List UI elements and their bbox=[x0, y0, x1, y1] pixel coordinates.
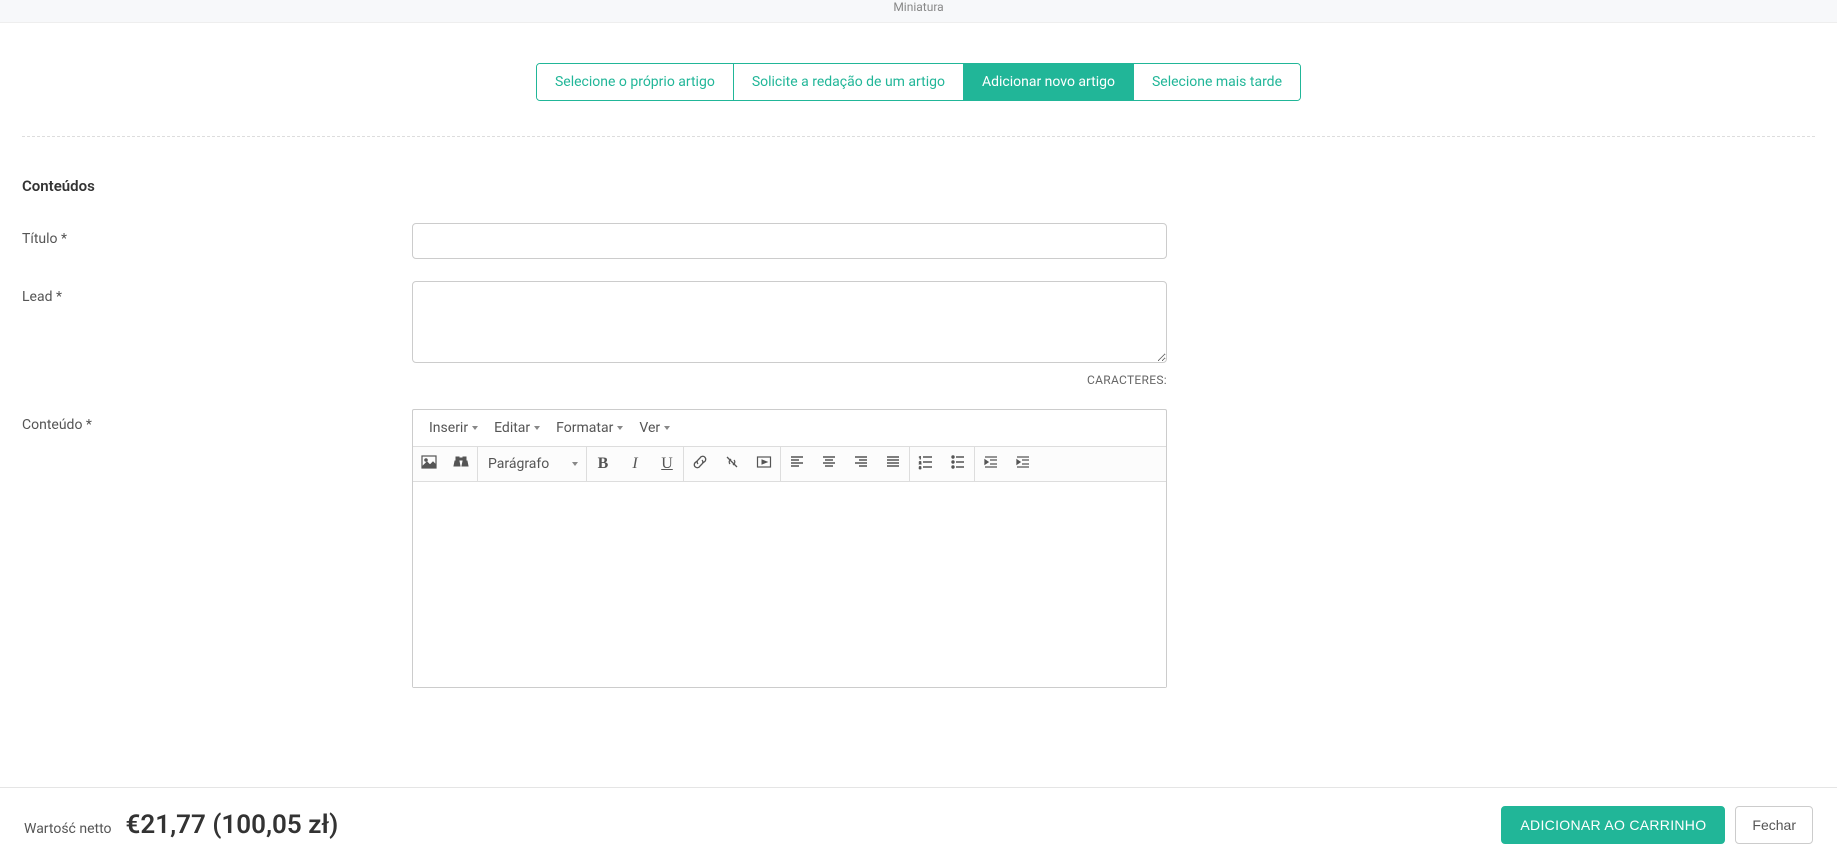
bold-icon: B bbox=[598, 455, 609, 473]
ordered-list-button[interactable]: 123 bbox=[910, 447, 942, 481]
tab-select-own-article[interactable]: Selecione o próprio artigo bbox=[537, 64, 734, 100]
content-label: Conteúdo * bbox=[22, 409, 412, 433]
underline-button[interactable]: U bbox=[651, 447, 683, 481]
chevron-down-icon bbox=[617, 426, 623, 430]
insert-image-button[interactable] bbox=[413, 447, 445, 481]
price-value: €21,77 (100,05 zł) bbox=[126, 810, 339, 840]
italic-button[interactable]: I bbox=[619, 447, 651, 481]
outdent-button[interactable] bbox=[975, 447, 1007, 481]
rich-text-editor: Inserir Editar Formatar Ver bbox=[412, 409, 1167, 688]
net-value-label: Wartość netto bbox=[24, 821, 112, 837]
editor-menubar: Inserir Editar Formatar Ver bbox=[413, 410, 1166, 447]
indent-icon bbox=[1015, 454, 1031, 474]
tabs-row: Selecione o próprio artigo Solicite a re… bbox=[0, 63, 1837, 101]
tab-label: Adicionar novo artigo bbox=[982, 74, 1115, 90]
chevron-down-icon bbox=[472, 426, 478, 430]
add-to-cart-button[interactable]: ADICIONAR AO CARRINHO bbox=[1501, 806, 1725, 844]
find-replace-button[interactable] bbox=[445, 447, 477, 481]
row-lead: Lead * CARACTERES: bbox=[22, 281, 1815, 387]
thumbnail-label: Miniatura bbox=[893, 0, 943, 14]
tab-add-new-article[interactable]: Adicionar novo artigo bbox=[964, 64, 1134, 100]
footer-left: Wartość netto €21,77 (100,05 zł) bbox=[24, 810, 338, 840]
tab-select-later[interactable]: Selecione mais tarde bbox=[1134, 64, 1300, 100]
italic-icon: I bbox=[632, 455, 637, 473]
svg-text:3: 3 bbox=[919, 465, 921, 470]
lead-label: Lead * bbox=[22, 281, 412, 305]
row-title: Título * bbox=[22, 223, 1815, 259]
unordered-list-icon bbox=[950, 454, 966, 474]
tab-label: Selecione o próprio artigo bbox=[555, 74, 715, 90]
align-justify-icon bbox=[885, 454, 901, 474]
tab-label: Selecione mais tarde bbox=[1152, 74, 1282, 90]
align-center-button[interactable] bbox=[813, 447, 845, 481]
media-icon bbox=[756, 454, 772, 474]
ordered-list-icon: 123 bbox=[918, 454, 934, 474]
block-format-select[interactable]: Parágrafo bbox=[478, 447, 586, 481]
character-count-label: CARACTERES: bbox=[412, 373, 1167, 387]
block-format-label: Parágrafo bbox=[488, 456, 549, 472]
menu-label: Ver bbox=[639, 420, 660, 436]
menu-label: Formatar bbox=[556, 420, 613, 436]
menu-insert[interactable]: Inserir bbox=[423, 417, 484, 439]
footer-bar: Wartość netto €21,77 (100,05 zł) ADICION… bbox=[0, 787, 1837, 862]
indent-button[interactable] bbox=[1007, 447, 1039, 481]
menu-format[interactable]: Formatar bbox=[550, 417, 629, 439]
align-right-icon bbox=[853, 454, 869, 474]
menu-edit[interactable]: Editar bbox=[488, 417, 546, 439]
remove-link-button[interactable] bbox=[716, 447, 748, 481]
underline-icon: U bbox=[661, 455, 673, 473]
section-divider bbox=[22, 136, 1815, 137]
unordered-list-button[interactable] bbox=[942, 447, 974, 481]
bold-button[interactable]: B bbox=[587, 447, 619, 481]
section-heading: Conteúdos bbox=[22, 177, 1815, 195]
menu-label: Editar bbox=[494, 420, 530, 436]
row-content: Conteúdo * Inserir Editar Formatar Ver bbox=[22, 409, 1815, 688]
outdent-icon bbox=[983, 454, 999, 474]
menu-label: Inserir bbox=[429, 420, 468, 436]
menu-view[interactable]: Ver bbox=[633, 417, 676, 439]
link-icon bbox=[692, 454, 708, 474]
unlink-icon bbox=[724, 454, 740, 474]
footer-right: ADICIONAR AO CARRINHO Fechar bbox=[1501, 806, 1813, 844]
align-left-icon bbox=[789, 454, 805, 474]
content-area: Conteúdos Título * Lead * CARACTERES: Co… bbox=[0, 177, 1837, 688]
align-right-button[interactable] bbox=[845, 447, 877, 481]
align-justify-button[interactable] bbox=[877, 447, 909, 481]
content-editor-body[interactable] bbox=[413, 482, 1166, 687]
image-icon bbox=[421, 454, 437, 474]
close-button[interactable]: Fechar bbox=[1735, 806, 1813, 844]
article-mode-tabs: Selecione o próprio artigo Solicite a re… bbox=[536, 63, 1301, 101]
align-center-icon bbox=[821, 454, 837, 474]
insert-link-button[interactable] bbox=[684, 447, 716, 481]
binoculars-icon bbox=[453, 454, 469, 474]
title-label: Título * bbox=[22, 223, 412, 247]
tab-request-article[interactable]: Solicite a redação de um artigo bbox=[734, 64, 964, 100]
top-bar: Miniatura bbox=[0, 0, 1837, 23]
insert-media-button[interactable] bbox=[748, 447, 780, 481]
chevron-down-icon bbox=[664, 426, 670, 430]
lead-textarea[interactable] bbox=[412, 281, 1167, 363]
align-left-button[interactable] bbox=[781, 447, 813, 481]
tab-label: Solicite a redação de um artigo bbox=[752, 74, 945, 90]
chevron-down-icon bbox=[534, 426, 540, 430]
editor-toolbar: Parágrafo B I U bbox=[413, 447, 1166, 482]
chevron-down-icon bbox=[572, 462, 578, 466]
title-input[interactable] bbox=[412, 223, 1167, 259]
